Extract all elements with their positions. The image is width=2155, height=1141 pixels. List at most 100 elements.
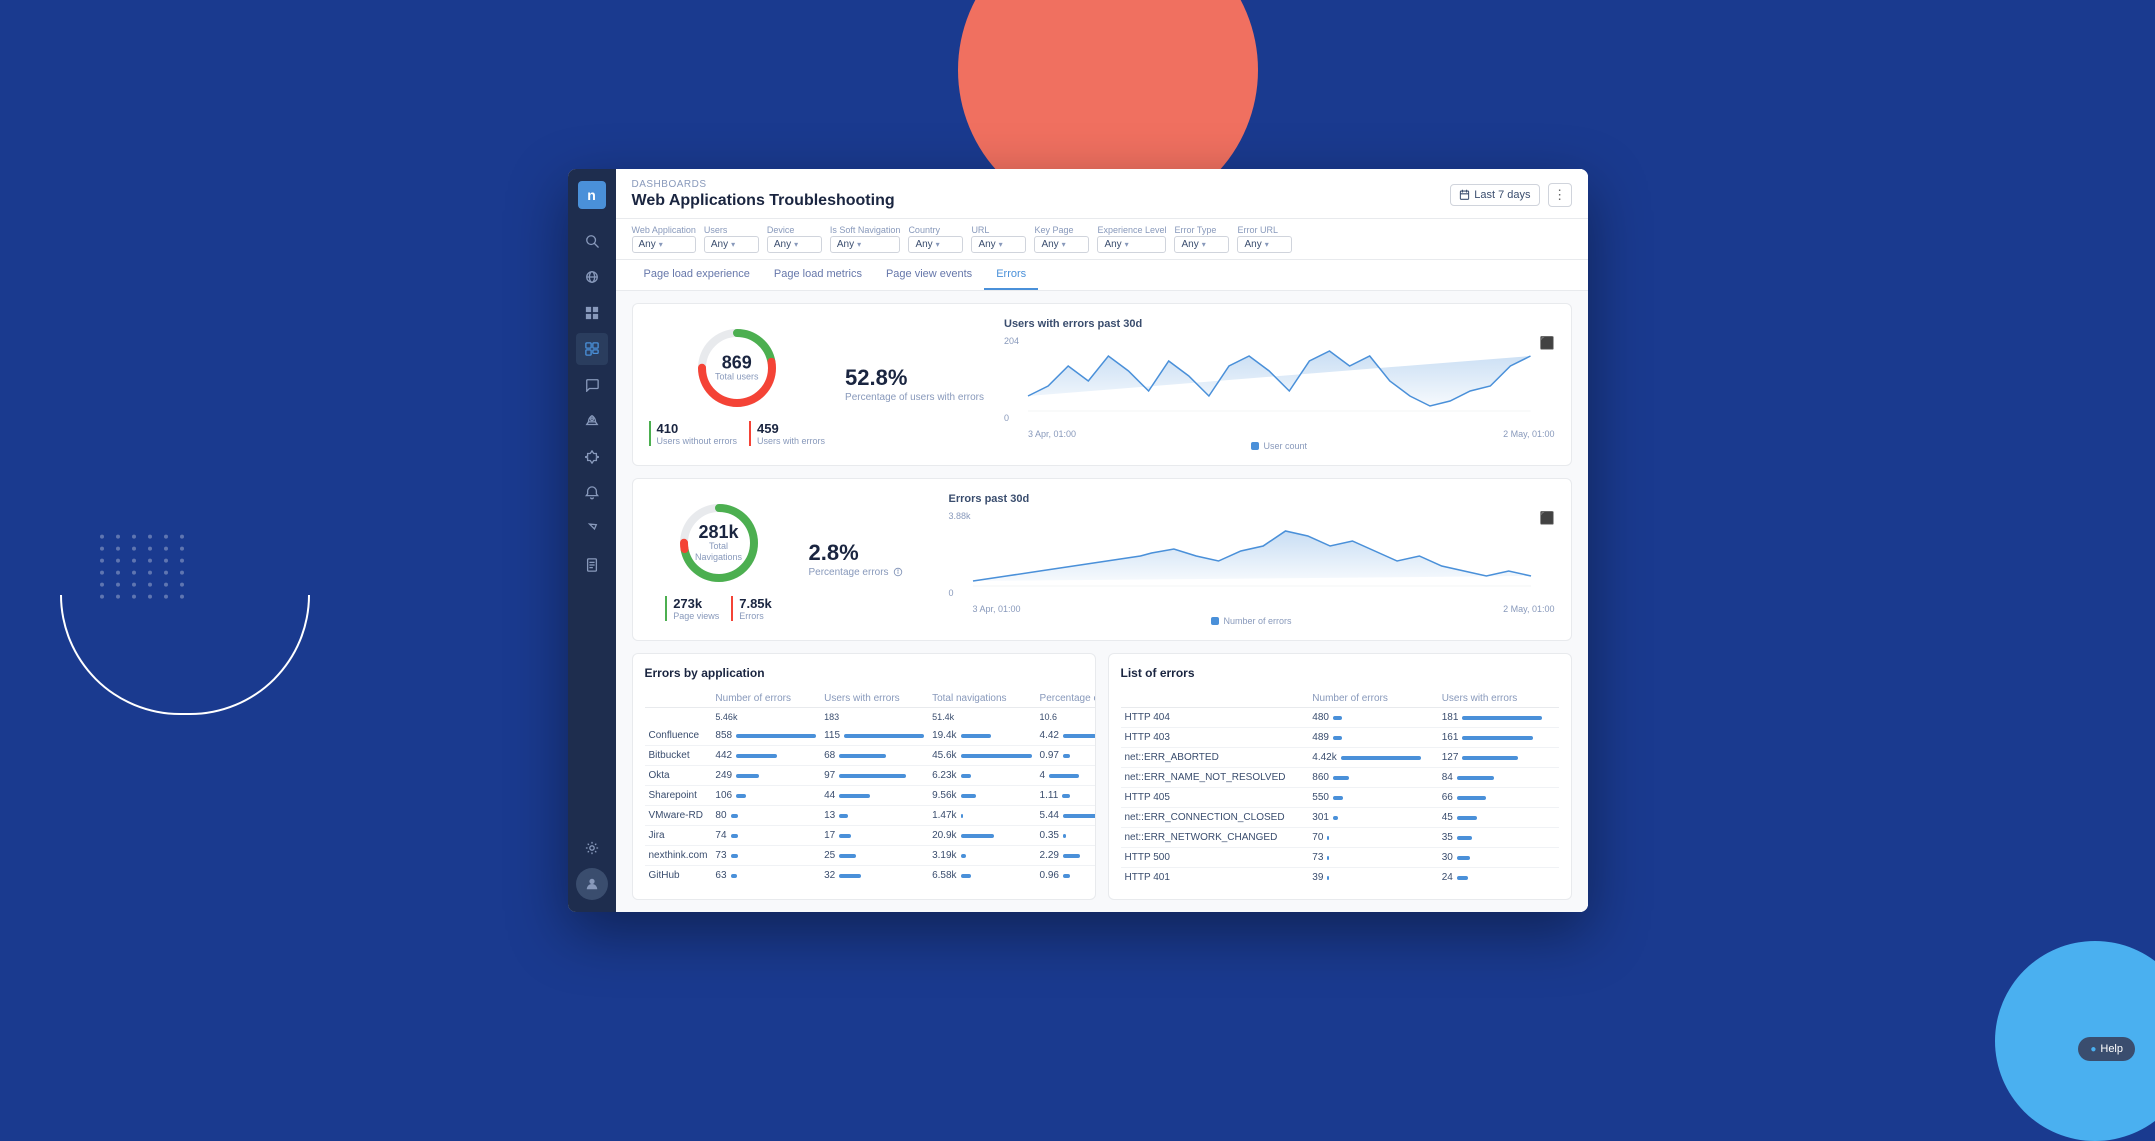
header-actions: Last 7 days ⋮ [1450, 183, 1571, 207]
sidebar-item-bell[interactable] [576, 477, 608, 509]
col-error-name [1121, 690, 1309, 708]
errors-stat: 7.85k Errors [731, 596, 772, 621]
sidebar-item-docs[interactable] [576, 549, 608, 581]
errors-legend-dot [1211, 617, 1219, 625]
filter-url-select[interactable]: Any ▾ [971, 236, 1026, 253]
table-row: Okta 249 97 6.23k 4 [645, 766, 1096, 786]
tab-bar: Page load experience Page load metrics P… [616, 260, 1588, 291]
sidebar-item-gear[interactable] [576, 832, 608, 864]
sidebar-item-chat[interactable] [576, 369, 608, 401]
users-without-errors-stat: 410 Users without errors [649, 421, 738, 446]
tab-page-load-metrics[interactable]: Page load metrics [762, 260, 874, 290]
errors-legend-label: Number of errors [1223, 616, 1291, 626]
sidebar-item-globe[interactable] [576, 261, 608, 293]
page-header: DASHBOARDS Web Applications Troubleshoot… [616, 169, 1588, 219]
list-of-errors-table: Number of errors Users with errors HTTP … [1121, 690, 1559, 887]
nav-percentage-label: Percentage errors [809, 566, 929, 579]
sidebar-user-avatar[interactable] [576, 868, 608, 900]
chevron-down-icon: ▾ [659, 240, 663, 249]
sidebar-item-settings-alt[interactable] [576, 441, 608, 473]
users-donut-chart: 869 Total users [692, 323, 782, 413]
more-options-button[interactable]: ⋮ [1548, 183, 1572, 207]
help-button[interactable]: ● Help [2078, 1037, 2135, 1061]
filter-country: Country Any ▾ [908, 225, 963, 253]
sidebar-item-grid[interactable] [576, 297, 608, 329]
filter-web-application-select[interactable]: Any ▾ [632, 236, 696, 253]
users-chart-section: Users with errors past 30d ⬛ 204 [1004, 318, 1555, 451]
main-content: DASHBOARDS Web Applications Troubleshoot… [616, 169, 1588, 912]
user-count-legend-label: User count [1263, 441, 1307, 451]
filter-soft-nav-select[interactable]: Any ▾ [830, 236, 901, 253]
users-percentage-value: 52.8% [845, 365, 984, 391]
filter-error-url-select[interactable]: Any ▾ [1237, 236, 1292, 253]
errors-by-app-table: Number of errors Users with errors Total… [645, 690, 1096, 885]
table-row: net::ERR_ABORTED 4.42k 127 [1121, 748, 1559, 768]
filter-device: Device Any ▾ [767, 225, 822, 253]
calendar-icon [1459, 189, 1470, 200]
filter-web-application: Web application Any ▾ [632, 225, 696, 253]
nav-percentage-section: 2.8% Percentage errors [809, 540, 929, 579]
table-row: Jira 74 17 20.9k 0.35 [645, 826, 1096, 846]
table-row: HTTP 500 73 30 [1121, 848, 1559, 868]
col-error-users: Users with errors [1438, 690, 1559, 708]
chevron-down-icon: ▾ [857, 240, 861, 249]
table-row: net::ERR_NETWORK_CHANGED 70 35 [1121, 828, 1559, 848]
chevron-down-icon: ▾ [1125, 240, 1129, 249]
navigations-donut-chart: 281k Total Navigations [674, 498, 764, 588]
chevron-down-icon: ▾ [1202, 240, 1206, 249]
nav-total-label: Total Navigations [695, 541, 742, 563]
date-range-button[interactable]: Last 7 days [1450, 184, 1539, 206]
tab-page-view-events[interactable]: Page view events [874, 260, 984, 290]
filter-users: Users Any ▾ [704, 225, 759, 253]
navigations-donut-section: 281k Total Navigations 273k Page views 7… [649, 498, 789, 621]
table-row: nexthink.com 73 25 3.19k 2.29 [645, 846, 1096, 866]
filter-country-select[interactable]: Any ▾ [908, 236, 963, 253]
user-count-legend-dot [1251, 442, 1259, 450]
bg-dots [100, 534, 188, 598]
users-percentage-label: Percentage of users with errors [845, 391, 984, 404]
list-of-errors-card: List of errors Number of errors Users wi… [1108, 653, 1572, 900]
breadcrumb: DASHBOARDS [632, 179, 895, 190]
tab-errors[interactable]: Errors [984, 260, 1038, 290]
bg-arc [60, 595, 310, 715]
sidebar: n [568, 169, 616, 912]
navigations-line-chart [973, 511, 1531, 591]
tables-row: Errors by application Number of errors U… [632, 653, 1572, 900]
page-views-stat: 273k Page views [665, 596, 719, 621]
sidebar-item-search[interactable] [576, 225, 608, 257]
table-row: GitHub 63 32 6.58k 0.96 [645, 866, 1096, 886]
chevron-down-icon: ▾ [999, 240, 1003, 249]
table-row: HTTP 405 550 66 [1121, 788, 1559, 808]
filter-soft-nav: Is soft navigation Any ▾ [830, 225, 901, 253]
sidebar-item-nav[interactable] [576, 513, 608, 545]
max-nav-label: 51.4k [932, 712, 954, 722]
max-users-label: 183 [824, 712, 839, 722]
nav-total-number: 281k [695, 523, 742, 541]
col-users-errors: Users with errors [820, 690, 928, 708]
col-pct-errors: Percentage errors [1036, 690, 1096, 708]
filter-experience-select[interactable]: Any ▾ [1097, 236, 1166, 253]
filter-error-type-select[interactable]: Any ▾ [1174, 236, 1229, 253]
max-pct-label: 10.6 [1040, 712, 1058, 722]
table-row: HTTP 401 39 24 [1121, 868, 1559, 888]
col-total-nav: Total navigations [928, 690, 1035, 708]
table-row: Sharepoint 106 44 9.56k 1.11 [645, 786, 1096, 806]
users-total-label: Total users [715, 372, 759, 383]
table-row: HTTP 403 489 161 [1121, 728, 1559, 748]
filter-url: URL Any ▾ [971, 225, 1026, 253]
col-num-errors: Number of errors [711, 690, 820, 708]
sidebar-item-rocket[interactable] [576, 405, 608, 437]
users-percentage-section: 52.8% Percentage of users with errors [845, 365, 984, 404]
table-row: Bitbucket 442 68 45.6k 0.97 [645, 746, 1096, 766]
filter-users-select[interactable]: Any ▾ [704, 236, 759, 253]
page-title: Web Applications Troubleshooting [632, 192, 895, 210]
filter-device-select[interactable]: Any ▾ [767, 236, 822, 253]
sidebar-item-dashboard[interactable] [576, 333, 608, 365]
content-area: 869 Total users 410 Users without errors… [616, 291, 1588, 912]
chevron-down-icon: ▾ [794, 240, 798, 249]
users-donut-section: 869 Total users 410 Users without errors… [649, 323, 826, 446]
tab-page-load-experience[interactable]: Page load experience [632, 260, 762, 290]
filter-key-page-select[interactable]: Any ▾ [1034, 236, 1089, 253]
users-total-number: 869 [715, 354, 759, 372]
table-row: net::ERR_NAME_NOT_RESOLVED 860 84 [1121, 768, 1559, 788]
